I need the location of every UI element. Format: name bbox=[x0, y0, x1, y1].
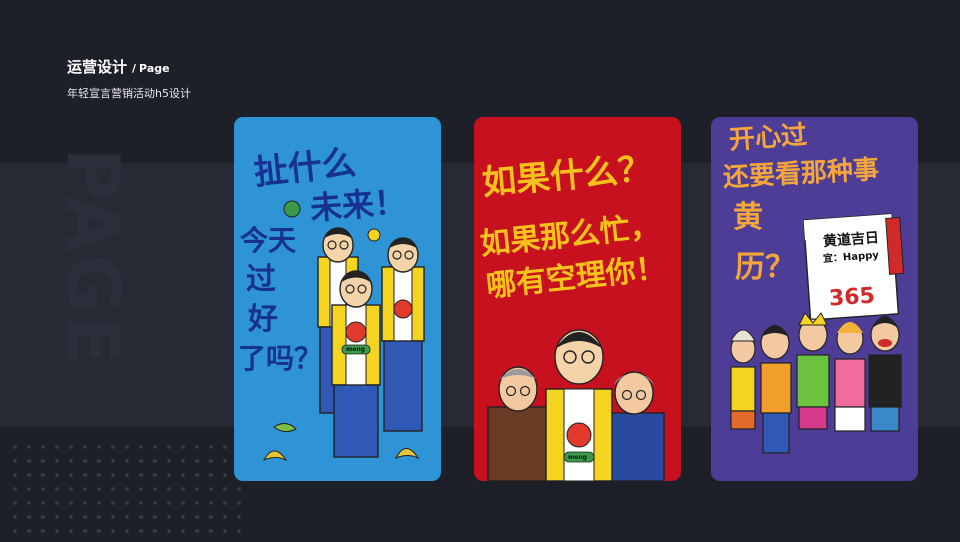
poster-line: 过 bbox=[246, 262, 276, 297]
poster-card-red[interactable]: 如果什么？ 如果那么忙， 哪有空理你！ meng bbox=[474, 117, 681, 481]
page-title: 运营设计 bbox=[67, 58, 128, 76]
poster-line: 扯什么 bbox=[252, 142, 358, 194]
dot-grid-decoration bbox=[8, 440, 244, 536]
calendar-title: 黄道吉日 bbox=[822, 230, 880, 250]
page-subtitle: 年轻宣言营销活动h5设计 bbox=[67, 87, 191, 100]
title-separator: / bbox=[132, 62, 137, 75]
poster-line: 未来！ bbox=[308, 182, 408, 228]
poster-line: 历？ bbox=[735, 250, 795, 285]
poster-line: 了吗？ bbox=[238, 342, 323, 375]
poster-line: 好 bbox=[248, 302, 278, 337]
poster-line: 黄 bbox=[733, 200, 763, 235]
page-label: Page bbox=[139, 62, 170, 75]
poster-line: 开心过 bbox=[728, 120, 808, 156]
badge-label: meng bbox=[568, 454, 587, 461]
page-watermark: PAGE bbox=[51, 148, 135, 367]
poster-card-purple[interactable]: 开心过 还要看那种事 黄 历？ 黄道吉日 宜：Happy 365 bbox=[711, 117, 918, 481]
poster-line: 还要看那种事 bbox=[722, 154, 880, 194]
calendar-number: 365 bbox=[828, 283, 876, 312]
section-header: 运营设计 / Page 年轻宣言营销活动h5设计 bbox=[67, 56, 191, 101]
poster-line: 今天 bbox=[240, 224, 297, 257]
badge-label: meng bbox=[346, 346, 365, 353]
poster-card-blue[interactable]: 扯什么 未来！ 今天 过 好 了吗？ meng bbox=[234, 117, 441, 481]
